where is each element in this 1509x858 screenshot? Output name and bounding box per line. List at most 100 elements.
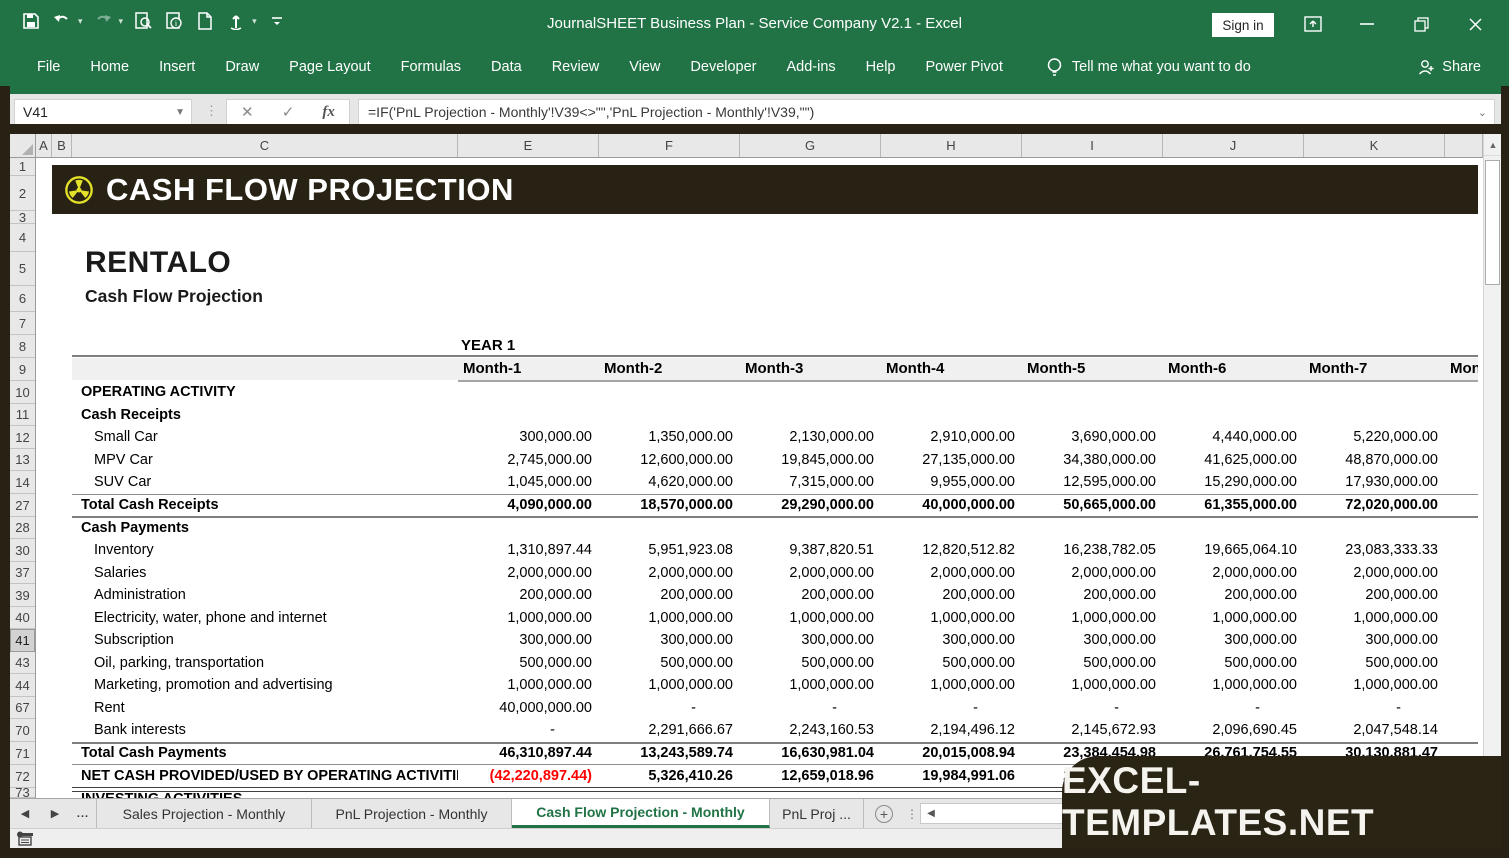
row-header-10[interactable]: 10 bbox=[10, 381, 35, 404]
cell-27-m8[interactable]: 82,680,000.00 bbox=[1445, 494, 1478, 516]
add-sheet-button[interactable]: + bbox=[864, 799, 904, 828]
cell-27-m2[interactable]: 18,570,000.00 bbox=[599, 494, 740, 516]
column-header-a[interactable]: A bbox=[36, 134, 52, 157]
cell-39-m5[interactable]: 200,000.00 bbox=[1022, 584, 1163, 606]
cell-39-m2[interactable]: 200,000.00 bbox=[599, 584, 740, 606]
name-box-caret-icon[interactable]: ▼ bbox=[175, 107, 185, 118]
hscroll-left-icon[interactable]: ◀ bbox=[921, 808, 941, 819]
tab-more-icon[interactable]: ... bbox=[70, 799, 96, 828]
cell-39-m1[interactable]: 200,000.00 bbox=[458, 584, 599, 606]
cell-37-m2[interactable]: 2,000,000.00 bbox=[599, 562, 740, 584]
cell-30-m1[interactable]: 1,310,897.44 bbox=[458, 539, 599, 561]
row-header-11[interactable]: 11 bbox=[10, 404, 35, 426]
ribbon-tab-home[interactable]: Home bbox=[75, 47, 144, 86]
row-header-72[interactable]: 72 bbox=[10, 765, 35, 788]
cell-27-m6[interactable]: 61,355,000.00 bbox=[1163, 494, 1304, 516]
cell-70-m7[interactable]: 2,047,548.14 bbox=[1304, 719, 1445, 741]
cell-72-m1[interactable]: (42,220,897.44) bbox=[458, 765, 599, 787]
month-header-8[interactable]: Month-8 bbox=[1445, 358, 1478, 380]
cell-27-m3[interactable]: 29,290,000.00 bbox=[740, 494, 881, 516]
row-header-73[interactable]: 73 bbox=[10, 788, 35, 798]
row-header-1[interactable]: 1 bbox=[10, 158, 35, 176]
document-info-icon[interactable]: i bbox=[163, 10, 185, 32]
ribbon-tab-power-pivot[interactable]: Power Pivot bbox=[911, 47, 1018, 86]
name-box[interactable]: V41 ▼ bbox=[14, 99, 192, 125]
undo-caret-icon[interactable]: ▾ bbox=[78, 16, 83, 27]
month-header-4[interactable]: Month-4 bbox=[881, 358, 1022, 380]
cell-label-investing-activities[interactable]: INVESTING ACTIVITIES bbox=[81, 788, 458, 798]
cell-13-m3[interactable]: 19,845,000.00 bbox=[740, 449, 881, 471]
print-preview-icon[interactable] bbox=[132, 10, 154, 32]
month-header-1[interactable]: Month-1 bbox=[458, 358, 599, 380]
row-header-28[interactable]: 28 bbox=[10, 517, 35, 539]
cell-41-m7[interactable]: 300,000.00 bbox=[1304, 629, 1445, 651]
cell-37-m7[interactable]: 2,000,000.00 bbox=[1304, 562, 1445, 584]
row-header-2[interactable]: 2 bbox=[10, 176, 35, 211]
year-label[interactable]: YEAR 1 bbox=[461, 337, 515, 354]
vertical-scroll-thumb[interactable] bbox=[1485, 160, 1500, 285]
cell-39-m7[interactable]: 200,000.00 bbox=[1304, 584, 1445, 606]
cancel-entry-icon[interactable]: ✕ bbox=[241, 103, 254, 121]
cell-40-m2[interactable]: 1,000,000.00 bbox=[599, 607, 740, 629]
cell-41-m4[interactable]: 300,000.00 bbox=[881, 629, 1022, 651]
cell-13-m4[interactable]: 27,135,000.00 bbox=[881, 449, 1022, 471]
cell-label-cash-payments[interactable]: Cash Payments bbox=[81, 517, 458, 539]
formula-input[interactable]: =IF('PnL Projection - Monthly'!V39<>"",'… bbox=[358, 99, 1495, 125]
cell-30-m7[interactable]: 23,083,333.33 bbox=[1304, 539, 1445, 561]
cell-37-m4[interactable]: 2,000,000.00 bbox=[881, 562, 1022, 584]
row-header-4[interactable]: 4 bbox=[10, 224, 35, 252]
cell-41-m2[interactable]: 300,000.00 bbox=[599, 629, 740, 651]
cell-12-m8[interactable]: 6,000,000.00 bbox=[1445, 426, 1478, 448]
cell-13-m8[interactable]: 56,115,000.00 bbox=[1445, 449, 1478, 471]
cell-43-m2[interactable]: 500,000.00 bbox=[599, 652, 740, 674]
cell-41-m5[interactable]: 300,000.00 bbox=[1022, 629, 1163, 651]
row-header-6[interactable]: 6 bbox=[10, 286, 35, 312]
cell-12-m4[interactable]: 2,910,000.00 bbox=[881, 426, 1022, 448]
column-header-g[interactable]: G bbox=[740, 134, 881, 157]
ribbon-tab-data[interactable]: Data bbox=[476, 47, 537, 86]
row-header-9[interactable]: 9 bbox=[10, 358, 35, 381]
cell-67-m6[interactable]: - bbox=[1163, 697, 1304, 719]
row-header-5[interactable]: 5 bbox=[10, 252, 35, 286]
ribbon-tab-view[interactable]: View bbox=[614, 47, 675, 86]
new-document-icon[interactable] bbox=[194, 10, 216, 32]
undo-icon[interactable] bbox=[51, 10, 73, 32]
cell-label-mpv-car[interactable]: MPV Car bbox=[81, 449, 458, 471]
cell-72-m3[interactable]: 12,659,018.96 bbox=[740, 765, 881, 787]
cell-39-m3[interactable]: 200,000.00 bbox=[740, 584, 881, 606]
cell-label-small-car[interactable]: Small Car bbox=[81, 426, 458, 448]
cell-27-m1[interactable]: 4,090,000.00 bbox=[458, 494, 599, 516]
sign-in-button[interactable]: Sign in bbox=[1212, 13, 1274, 37]
column-header-h[interactable]: H bbox=[881, 134, 1022, 157]
cell-67-m5[interactable]: - bbox=[1022, 697, 1163, 719]
row-header-27[interactable]: 27 bbox=[10, 494, 35, 517]
cell-14-m8[interactable]: 20,565,000.00 bbox=[1445, 471, 1478, 493]
cell-44-m7[interactable]: 1,000,000.00 bbox=[1304, 674, 1445, 696]
cell-40-m4[interactable]: 1,000,000.00 bbox=[881, 607, 1022, 629]
cell-14-m7[interactable]: 17,930,000.00 bbox=[1304, 471, 1445, 493]
redo-icon[interactable] bbox=[92, 10, 114, 32]
cell-37-m6[interactable]: 2,000,000.00 bbox=[1163, 562, 1304, 584]
cell-12-m6[interactable]: 4,440,000.00 bbox=[1163, 426, 1304, 448]
cell-70-m4[interactable]: 2,194,496.12 bbox=[881, 719, 1022, 741]
ribbon-tab-formulas[interactable]: Formulas bbox=[386, 47, 476, 86]
row-header-13[interactable]: 13 bbox=[10, 449, 35, 471]
cell-44-m6[interactable]: 1,000,000.00 bbox=[1163, 674, 1304, 696]
cell-37-m8[interactable]: 2,000,000.00 bbox=[1445, 562, 1478, 584]
cell-72-m4[interactable]: 19,984,991.06 bbox=[881, 765, 1022, 787]
row-header-3[interactable]: 3 bbox=[10, 211, 35, 224]
month-header-6[interactable]: Month-6 bbox=[1163, 358, 1304, 380]
cell-37-m1[interactable]: 2,000,000.00 bbox=[458, 562, 599, 584]
touch-mode-caret-icon[interactable]: ▾ bbox=[252, 16, 257, 27]
cell-13-m5[interactable]: 34,380,000.00 bbox=[1022, 449, 1163, 471]
cell-39-m4[interactable]: 200,000.00 bbox=[881, 584, 1022, 606]
month-header-7[interactable]: Month-7 bbox=[1304, 358, 1445, 380]
cell-30-m5[interactable]: 16,238,782.05 bbox=[1022, 539, 1163, 561]
row-header-67[interactable]: 67 bbox=[10, 697, 35, 719]
column-header-partial[interactable] bbox=[1445, 134, 1483, 157]
close-button[interactable] bbox=[1460, 12, 1490, 36]
cell-27-m4[interactable]: 40,000,000.00 bbox=[881, 494, 1022, 516]
ribbon-tab-review[interactable]: Review bbox=[537, 47, 615, 86]
restore-button[interactable] bbox=[1406, 12, 1436, 36]
cell-41-m6[interactable]: 300,000.00 bbox=[1163, 629, 1304, 651]
